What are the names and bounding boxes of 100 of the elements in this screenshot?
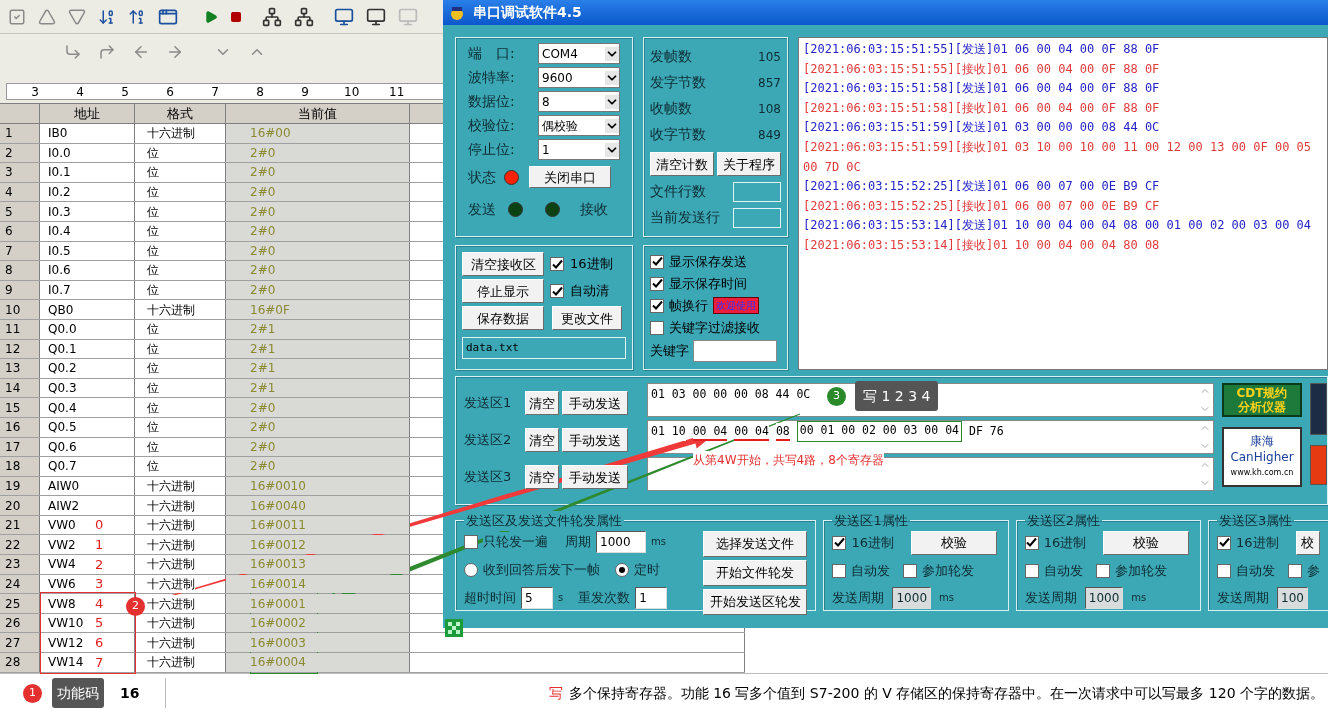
checkbox[interactable] bbox=[650, 298, 664, 313]
cycle-button[interactable]: 开始发送区轮发 bbox=[703, 588, 808, 615]
checkbox[interactable] bbox=[1095, 563, 1110, 578]
checkbox-icon[interactable] bbox=[8, 7, 26, 26]
checkbox[interactable] bbox=[1217, 535, 1231, 550]
verify-button[interactable]: 校 bbox=[1295, 530, 1320, 555]
sort-descending-icon[interactable] bbox=[128, 7, 146, 26]
log-line: [2021:06:03:15:51:59][发送]01 03 00 00 00 08 44 0C bbox=[803, 119, 1161, 137]
cycle-button[interactable]: 选择发送文件 bbox=[703, 530, 808, 557]
clear-receive-button[interactable]: 清空接收区 bbox=[462, 252, 544, 276]
row-number: 25 bbox=[5, 595, 21, 613]
value-cell: 16#0040 bbox=[226, 496, 410, 515]
dropdown[interactable]: 8 bbox=[538, 91, 620, 112]
down-triangle-icon[interactable] bbox=[68, 7, 86, 26]
option-label: 16进制 bbox=[1043, 533, 1087, 552]
checkbox[interactable] bbox=[550, 284, 564, 298]
checkbox[interactable] bbox=[650, 254, 664, 269]
keyword-field[interactable] bbox=[693, 340, 777, 362]
send-label: 发送 bbox=[468, 199, 497, 219]
row-mark: 5 bbox=[95, 614, 104, 633]
checkbox[interactable] bbox=[550, 257, 564, 271]
dropdown[interactable]: 1 bbox=[538, 139, 620, 160]
step-badge: 2 bbox=[126, 597, 145, 616]
right-arrow-icon[interactable] bbox=[166, 43, 184, 61]
address-text: QB0 bbox=[48, 301, 75, 319]
option-label: 16进制 bbox=[851, 533, 895, 552]
unit-label: ms bbox=[939, 591, 954, 605]
dropdown[interactable]: COM4 bbox=[538, 43, 620, 64]
network-icon[interactable] bbox=[262, 6, 282, 27]
value-cell: 16#00 bbox=[226, 124, 410, 143]
file-info-field bbox=[733, 207, 781, 228]
up-triangle-icon[interactable] bbox=[38, 7, 56, 26]
logo-image[interactable]: CDT规约 分析仪器 bbox=[1222, 383, 1302, 417]
counter-label: 收帧数 bbox=[650, 99, 692, 118]
verify-button[interactable]: 校验 bbox=[911, 530, 998, 555]
logo-image[interactable]: 康海 CanHigher www.kh.com.cn bbox=[1222, 427, 1302, 487]
dropdown[interactable]: 偶校验 bbox=[538, 115, 620, 136]
retries-field[interactable]: 1 bbox=[635, 586, 668, 609]
radio-button[interactable] bbox=[615, 562, 629, 577]
verify-button[interactable]: 校验 bbox=[1103, 530, 1190, 555]
row-mark: 4 bbox=[95, 594, 104, 613]
checkbox[interactable] bbox=[832, 535, 847, 550]
row-mark: 7 bbox=[95, 653, 104, 672]
address-text: VW4 bbox=[48, 556, 77, 574]
clear-button[interactable]: 清空 bbox=[525, 465, 559, 489]
clear-button[interactable]: 清空 bbox=[525, 391, 559, 415]
period-field[interactable]: 1000 bbox=[596, 530, 646, 553]
checkbox[interactable] bbox=[903, 563, 918, 578]
close-port-button[interactable]: 关闭串口 bbox=[529, 166, 611, 188]
checkbox[interactable] bbox=[1024, 535, 1039, 550]
row-number: 3 bbox=[5, 164, 13, 182]
radio-button[interactable] bbox=[464, 562, 478, 577]
option-label: 关键字过滤接收 bbox=[669, 318, 760, 337]
cycle-button[interactable]: 开始文件轮发 bbox=[703, 559, 808, 586]
clear-count-button[interactable]: 清空计数 bbox=[650, 152, 714, 176]
save-data-button[interactable]: 保存数据 bbox=[462, 306, 544, 330]
play-icon[interactable] bbox=[204, 9, 218, 24]
monitor-icon[interactable] bbox=[366, 6, 386, 27]
setting-label: 停止位: bbox=[468, 140, 516, 159]
counter-value: 849 bbox=[758, 126, 781, 144]
monitor-icon[interactable] bbox=[334, 6, 354, 27]
checkbox[interactable] bbox=[1288, 563, 1302, 578]
period-label: 发送周期 bbox=[1217, 588, 1269, 607]
address-text: Q0.7 bbox=[48, 458, 78, 476]
row-mark: 3 bbox=[95, 575, 104, 594]
value-cell: 2#0 bbox=[226, 398, 410, 417]
address-text: Q0.5 bbox=[48, 419, 78, 437]
checkbox[interactable] bbox=[832, 563, 847, 578]
address-text: I0.3 bbox=[48, 203, 72, 221]
checkbox[interactable] bbox=[1217, 563, 1231, 578]
change-file-button[interactable]: 更改文件 bbox=[552, 306, 622, 330]
checkbox[interactable] bbox=[1024, 563, 1039, 578]
log-line: [2021:06:03:15:53:14][发送]01 10 00 04 00 04 08 00 01 00 02 00 03 00 04 bbox=[803, 217, 1313, 235]
clear-button[interactable]: 清空 bbox=[525, 428, 559, 452]
step-icon[interactable] bbox=[98, 43, 116, 61]
manual-send-button[interactable]: 手动发送 bbox=[562, 428, 628, 452]
network-icon[interactable] bbox=[294, 6, 314, 27]
stop-icon[interactable] bbox=[230, 10, 242, 23]
log-line: [2021:06:03:15:51:58][接收]01 06 00 04 00 0F 88 0F bbox=[803, 99, 1161, 117]
checkbox[interactable] bbox=[650, 276, 664, 291]
format-text: 十六进制 bbox=[147, 594, 195, 613]
manual-send-button[interactable]: 手动发送 bbox=[562, 391, 628, 415]
sort-ascending-icon[interactable] bbox=[98, 7, 116, 26]
dropdown[interactable]: 9600 bbox=[538, 67, 620, 88]
group-title: 发送区1属性 bbox=[833, 512, 909, 530]
address-text: VW10 bbox=[48, 615, 85, 633]
file-name-field[interactable]: data.txt bbox=[462, 337, 626, 359]
address-text: Q0.6 bbox=[48, 438, 78, 456]
checkbox[interactable] bbox=[464, 534, 478, 549]
manual-send-button[interactable]: 手动发送 bbox=[562, 465, 628, 489]
stop-display-button[interactable]: 停止显示 bbox=[462, 279, 544, 303]
checkbox[interactable] bbox=[650, 320, 664, 335]
timeout-field[interactable]: 5 bbox=[521, 586, 553, 609]
column-header: 格式 bbox=[167, 104, 193, 123]
address-text: IB0 bbox=[48, 125, 69, 143]
address-text: I0.7 bbox=[48, 282, 72, 300]
counter-value: 857 bbox=[758, 74, 781, 92]
row-number: 13 bbox=[5, 360, 21, 378]
step-icon[interactable] bbox=[64, 43, 82, 61]
about-button[interactable]: 关于程序 bbox=[717, 152, 781, 176]
